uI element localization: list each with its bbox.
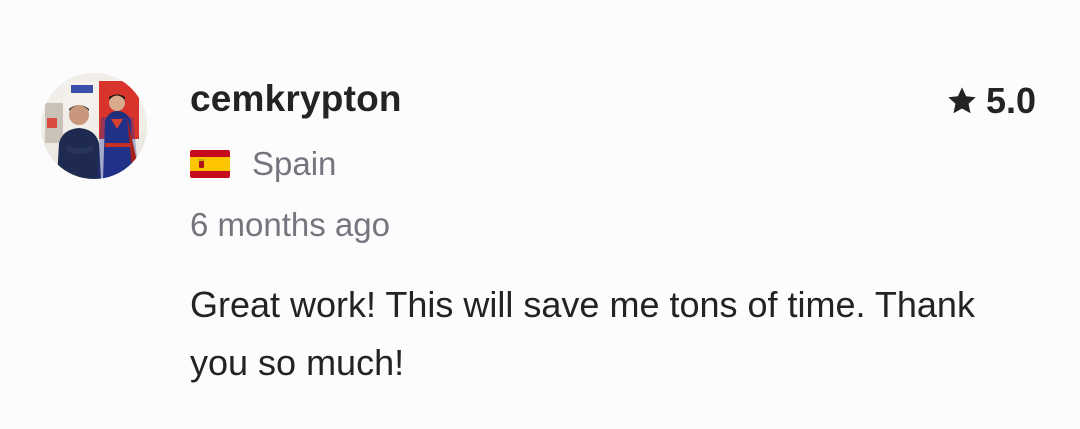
rating-value: 5.0: [985, 80, 1036, 121]
spain-flag-icon: [190, 150, 230, 178]
country-name: Spain: [252, 145, 337, 182]
review-text: Great work! This will save me tons of ti…: [190, 284, 975, 383]
rating: 5.0: [946, 80, 1036, 122]
review-timestamp: 6 months ago: [190, 206, 390, 243]
country: Spain: [190, 145, 336, 183]
star-icon: [948, 87, 976, 114]
review-card: cemkrypton 5.0 Spain 6 months ago Great …: [0, 0, 1080, 429]
avatar[interactable]: [41, 73, 147, 179]
avatar-image: [41, 73, 147, 179]
username[interactable]: cemkrypton: [190, 78, 402, 120]
